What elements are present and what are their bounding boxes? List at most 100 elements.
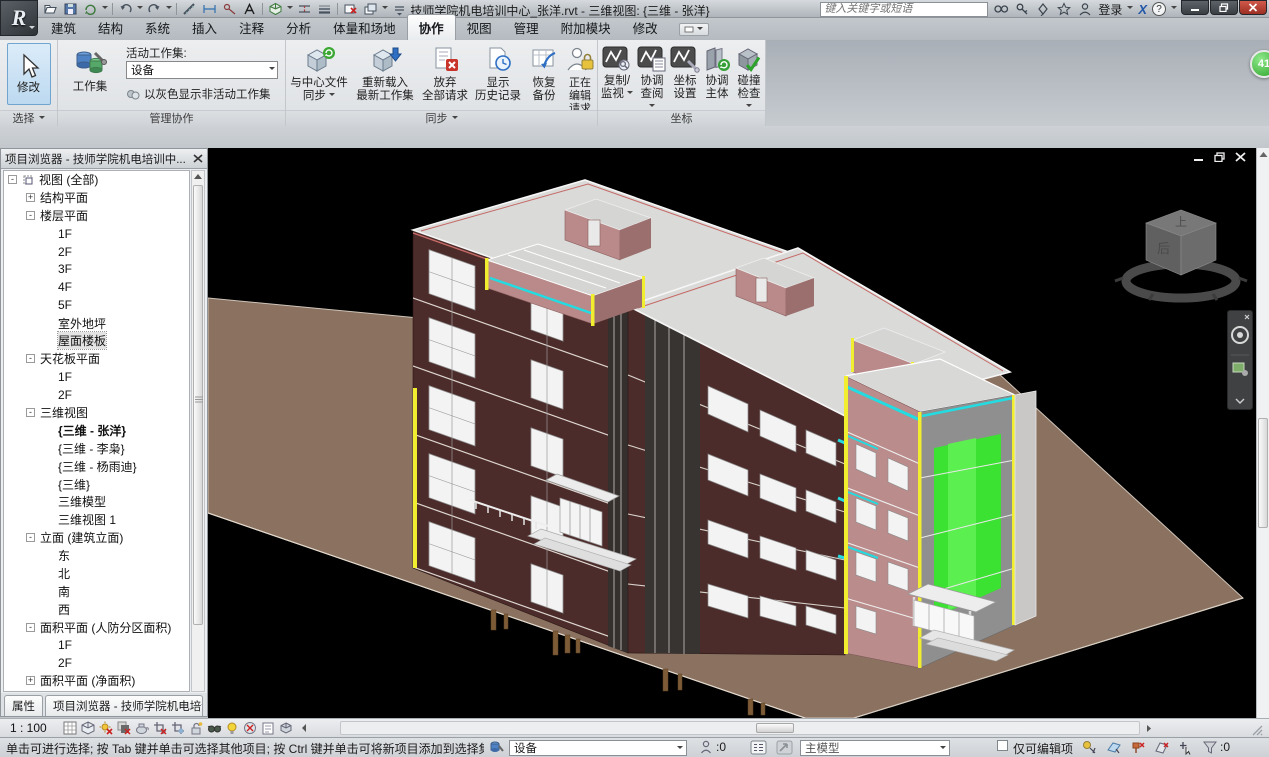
view-scale[interactable]: 1 : 100 (10, 721, 62, 735)
sync-dropdown-arrow[interactable] (102, 6, 108, 12)
restore-backup-button[interactable]: 恢复备份 (526, 42, 562, 103)
active-workset-dropdown[interactable]: 设备 (126, 61, 278, 79)
stair-curtain-band[interactable] (645, 315, 700, 654)
viewport-vertical-scrollbar[interactable] (1256, 148, 1269, 718)
tree-item-area-plans-civil[interactable]: -面积平面 (人防分区面积) (4, 618, 189, 636)
tree-expander[interactable]: - (26, 408, 35, 417)
application-menu-button[interactable]: R (0, 0, 38, 36)
tree-item-north[interactable]: 北 (4, 565, 189, 583)
project-browser-header[interactable]: 项目浏览器 - 技师学院机电培训中... (1, 149, 207, 169)
tab-architecture[interactable]: 建筑 (40, 15, 87, 40)
coordination-review-button[interactable]: 协调查阅 (636, 42, 668, 114)
tree-item-3d-zhangyang[interactable]: {三维 - 张洋} (4, 421, 189, 439)
design-options-dialog-icon[interactable] (750, 740, 767, 755)
tree-expander[interactable]: + (26, 676, 35, 685)
horizontal-scrollbar[interactable] (340, 721, 1140, 735)
tab-annotate[interactable]: 注释 (228, 15, 275, 40)
tree-item-5f[interactable]: 5F (4, 296, 189, 314)
tab-view[interactable]: 视图 (456, 15, 503, 40)
tree-item-ceiling-2f[interactable]: 2F (4, 386, 189, 404)
temporary-view-properties-icon[interactable] (260, 720, 276, 736)
tree-item-area-1f[interactable]: 1F (4, 636, 189, 654)
tab-modify[interactable]: 修改 (622, 15, 669, 40)
select-by-face-toggle[interactable] (1154, 740, 1170, 755)
tree-item-area-plans-net[interactable]: +面积平面 (净面积) (4, 672, 189, 690)
tab-collaborate[interactable]: 协作 (407, 14, 456, 40)
tab-systems[interactable]: 系统 (134, 15, 181, 40)
project-browser-close-icon[interactable] (193, 154, 203, 163)
tree-item-3d-model[interactable]: 三维模型 (4, 493, 189, 511)
navbar-more-icon[interactable] (1236, 399, 1244, 403)
tab-structure[interactable]: 结构 (87, 15, 134, 40)
tree-expander[interactable]: - (26, 533, 35, 542)
viewport-scrollbar-thumb[interactable] (1258, 418, 1268, 528)
worksets-status-icon[interactable] (489, 740, 505, 755)
drawing-area-3d-view[interactable]: 上 后 (208, 148, 1256, 718)
tree-item-elevations[interactable]: -立面 (建筑立面) (4, 529, 189, 547)
select-links-toggle[interactable] (1082, 740, 1098, 755)
search-input[interactable] (820, 2, 988, 17)
scroll-right-icon[interactable] (1145, 724, 1153, 733)
panel-label-select[interactable]: 选择 (0, 110, 57, 126)
tree-item-3d-views[interactable]: -三维视图 (4, 404, 189, 422)
tree-item-4f[interactable]: 4F (4, 278, 189, 296)
sign-in-person-icon[interactable] (1077, 2, 1093, 17)
worksharing-display-icon[interactable] (242, 720, 258, 736)
tree-item-roof-slab[interactable]: 屋面楼板 (4, 332, 189, 350)
close-button[interactable] (1239, 0, 1267, 15)
restore-button[interactable] (1210, 0, 1238, 15)
tree-item-ceiling-1f[interactable]: 1F (4, 368, 189, 386)
displaced-elements-icon[interactable] (278, 720, 294, 736)
tree-item-west[interactable]: 西 (4, 600, 189, 618)
tree-item-3d-yangyudi[interactable]: {三维 - 杨雨迪} (4, 457, 189, 475)
worksets-button[interactable]: 工作集 (62, 44, 118, 94)
undo-dropdown-arrow[interactable] (137, 6, 143, 12)
tree-item-area-2f[interactable]: 2F (4, 654, 189, 672)
tree-item-ceiling-plans[interactable]: -天花板平面 (4, 350, 189, 368)
tree-item-2f[interactable]: 2F (4, 243, 189, 261)
zoom-tool-icon[interactable] (1233, 363, 1244, 372)
scroll-up-icon[interactable] (192, 172, 204, 182)
select-underlay-toggle[interactable] (1106, 740, 1122, 755)
help-dropdown-arrow[interactable] (1171, 6, 1177, 12)
viewcube-side-label[interactable]: 后 (1157, 241, 1170, 256)
show-history-button[interactable]: 显示历史记录 (472, 42, 524, 103)
filter-count[interactable]: :0 (1220, 740, 1230, 754)
tree-expander[interactable]: - (26, 623, 35, 632)
tree-item-3f[interactable]: 3F (4, 260, 189, 278)
tree-expander[interactable]: - (26, 354, 35, 363)
sync-with-central-button[interactable]: 与中心文件同步 (288, 42, 350, 103)
rendering-dialog-icon[interactable] (134, 720, 150, 736)
editing-requests-icon[interactable] (700, 740, 714, 755)
browser-scrollbar-thumb[interactable] (193, 185, 203, 625)
subscription-key-icon[interactable] (1014, 2, 1030, 17)
gray-inactive-worksets-toggle[interactable]: 以灰色显示非活动工作集 (126, 86, 271, 102)
editing-requests-button[interactable]: 正在编辑请求 (564, 42, 596, 116)
resize-grip[interactable] (1252, 725, 1264, 736)
editable-only-checkbox[interactable] (997, 740, 1008, 751)
add-to-set-icon[interactable] (776, 740, 793, 755)
tree-item-south[interactable]: 南 (4, 582, 189, 600)
browser-scrollbar[interactable] (191, 170, 205, 692)
minimize-button[interactable] (1181, 0, 1209, 15)
tree-item-east[interactable]: 东 (4, 547, 189, 565)
relinquish-all-button[interactable]: 放弃全部请求 (420, 42, 470, 103)
design-option-dropdown[interactable]: 主模型 (800, 740, 950, 756)
3d-view-dropdown-arrow[interactable] (287, 6, 293, 12)
select-pinned-toggle[interactable] (1130, 740, 1146, 755)
horizontal-scrollbar-thumb[interactable] (756, 723, 794, 733)
tab-massing-site[interactable]: 体量和场地 (322, 15, 407, 40)
view-close-icon[interactable] (1234, 152, 1246, 162)
interference-check-button[interactable]: 碰撞检查 (734, 42, 764, 114)
coordination-host-button[interactable]: 协调主体 (702, 42, 732, 101)
tree-item-3d-view-1[interactable]: 三维视图 1 (4, 511, 189, 529)
navbar-close-icon[interactable] (1245, 315, 1249, 319)
copy-monitor-button[interactable]: 复制/监视 (600, 42, 634, 101)
tree-expander[interactable]: - (26, 211, 35, 220)
filter-icon[interactable] (1202, 740, 1218, 755)
tree-item-views[interactable]: -视图 (全部) (4, 171, 189, 189)
redo-dropdown-arrow[interactable] (166, 6, 172, 12)
active-workset-status-dropdown[interactable]: 设备 (509, 740, 687, 756)
tree-item-floor-plans[interactable]: -楼层平面 (4, 207, 189, 225)
copy-monitor-dropdown-arrow[interactable] (627, 91, 633, 97)
